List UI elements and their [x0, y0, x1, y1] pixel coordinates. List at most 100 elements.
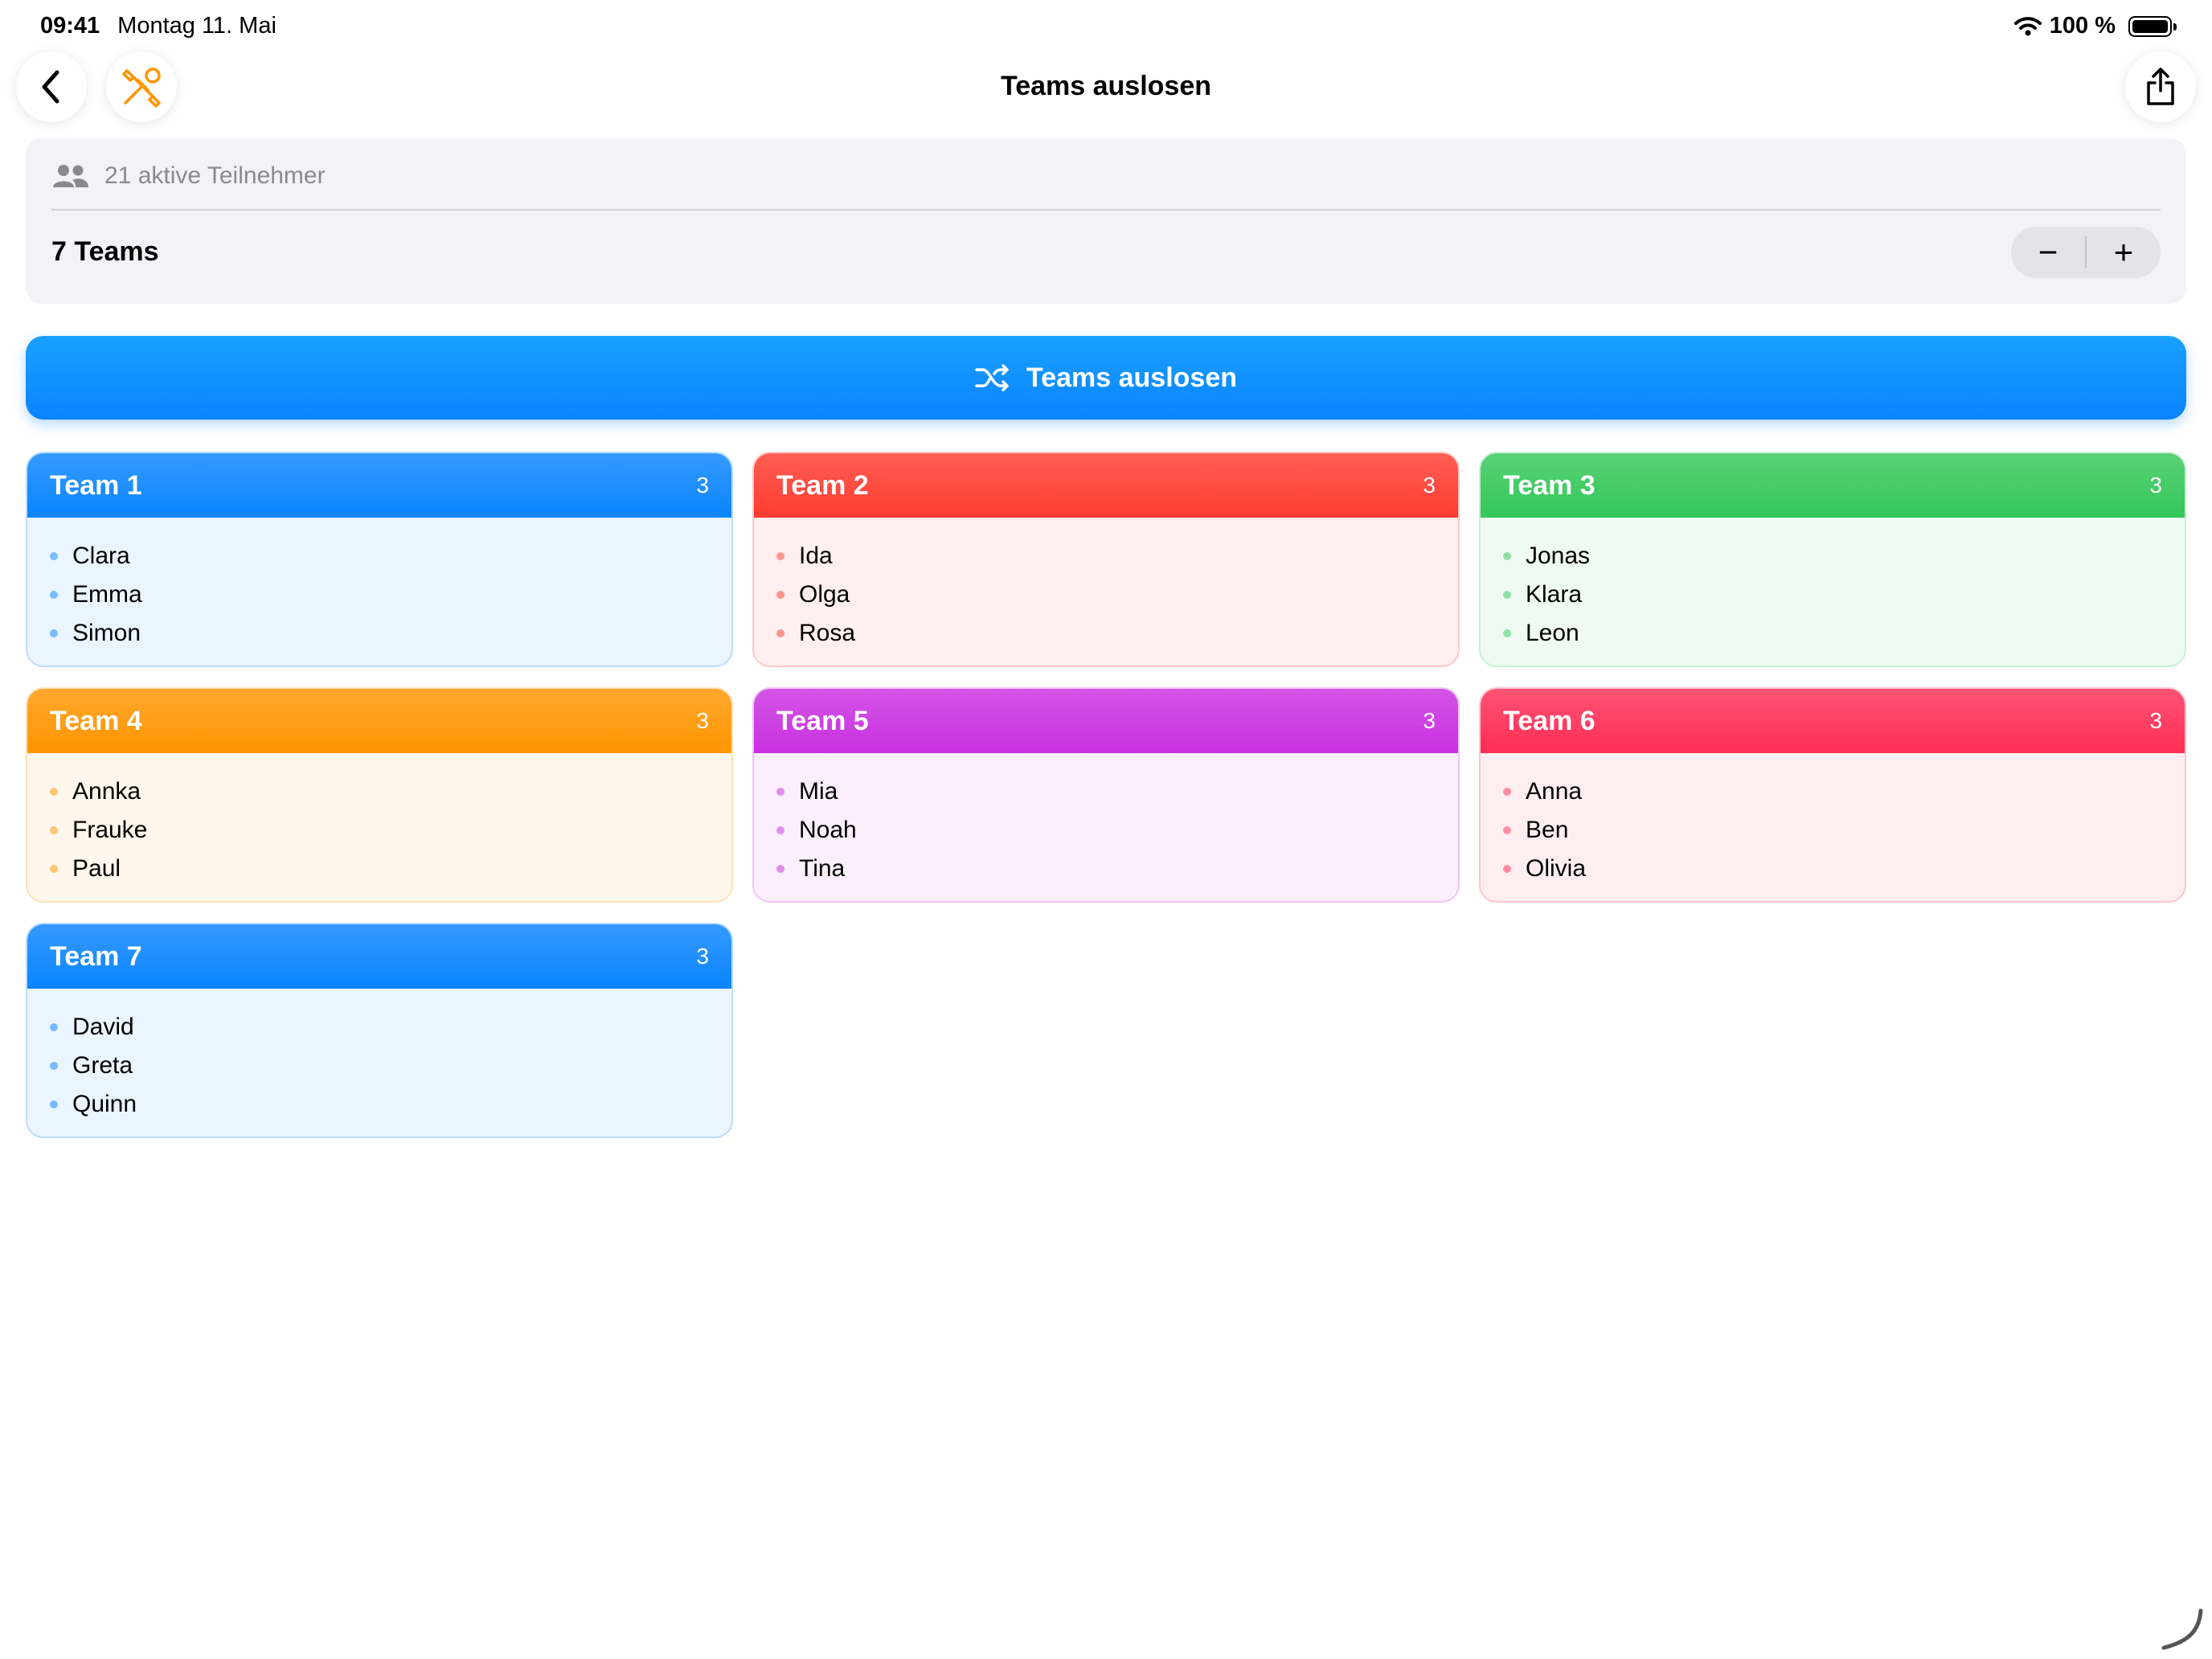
team-member-count: 3	[1423, 473, 1436, 498]
team-card: Team 4 3 Annka Frauke Paul	[26, 687, 733, 903]
share-icon	[2147, 68, 2174, 105]
team-card: Team 5 3 Mia Noah Tina	[752, 687, 1460, 903]
team-name: Team 2	[776, 469, 869, 501]
team-member: Greta	[50, 1047, 709, 1085]
team-name: Team 1	[50, 469, 142, 501]
team-member-name: Ida	[799, 543, 833, 569]
bullet-dot-icon	[50, 629, 58, 637]
team-member: Jonas	[1503, 537, 2162, 576]
team-member-name: Paul	[72, 855, 121, 882]
team-member: Olga	[776, 576, 1436, 614]
team-member-name: Klara	[1526, 581, 1583, 608]
team-member-name: Jonas	[1526, 543, 1591, 569]
team-name: Team 6	[1503, 705, 1596, 736]
increment-button[interactable]: +	[2087, 227, 2161, 278]
bullet-dot-icon	[776, 826, 784, 834]
team-header: Team 1 3	[27, 453, 731, 518]
team-member-list: Ida Olga Rosa	[754, 518, 1458, 653]
status-date: Montag 11. Mai	[117, 13, 276, 39]
team-member: Annka	[50, 772, 709, 811]
wifi-icon	[2013, 16, 2042, 35]
participants-row: 21 aktive Teilnehmer	[51, 162, 326, 190]
team-header: Team 7 3	[27, 924, 731, 989]
team-member-name: Greta	[72, 1052, 133, 1079]
team-member-list: Anna Ben Olivia	[1481, 753, 2185, 888]
team-member-count: 3	[1423, 708, 1436, 733]
team-header: Team 3 3	[1481, 453, 2185, 518]
team-member: Mia	[776, 772, 1436, 811]
team-member: Noah	[776, 811, 1436, 850]
team-member-name: Anna	[1526, 778, 1583, 805]
bullet-dot-icon	[776, 629, 784, 637]
team-member-count: 3	[2149, 473, 2162, 498]
bullet-dot-icon	[776, 865, 784, 873]
bullet-dot-icon	[776, 552, 784, 560]
team-member-name: Quinn	[72, 1091, 137, 1117]
team-member: Emma	[50, 576, 709, 614]
team-header: Team 6 3	[1481, 689, 2185, 753]
bullet-dot-icon	[1503, 629, 1511, 637]
team-member: Tina	[776, 850, 1436, 888]
shuffle-button-label: Teams auslosen	[1026, 362, 1238, 393]
bullet-dot-icon	[50, 1062, 58, 1070]
bullet-dot-icon	[50, 826, 58, 834]
team-member-name: Tina	[799, 855, 846, 882]
team-member-name: Rosa	[799, 620, 856, 646]
settings-card: 21 aktive Teilnehmer 7 Teams − +	[26, 138, 2186, 304]
team-card: Team 6 3 Anna Ben Olivia	[1479, 687, 2186, 903]
team-member-list: Mia Noah Tina	[754, 753, 1458, 888]
team-name: Team 5	[776, 705, 869, 736]
bullet-dot-icon	[776, 591, 784, 599]
bullet-dot-icon	[1503, 826, 1511, 834]
team-member-name: Noah	[799, 817, 857, 843]
team-name: Team 4	[50, 705, 142, 736]
share-button[interactable]	[2125, 51, 2196, 122]
team-card: Team 1 3 Clara Emma Simon	[26, 452, 733, 667]
bullet-dot-icon	[50, 865, 58, 873]
team-member-name: Olivia	[1526, 855, 1587, 882]
shuffle-icon	[975, 364, 1009, 391]
bullet-dot-icon	[1503, 788, 1511, 796]
bullet-dot-icon	[50, 788, 58, 796]
team-member-name: Simon	[72, 620, 141, 646]
team-member: Frauke	[50, 811, 709, 850]
team-member-name: Olga	[799, 581, 850, 608]
team-member-count: 3	[696, 473, 709, 498]
bullet-dot-icon	[776, 788, 784, 796]
shuffle-teams-button[interactable]: Teams auslosen	[26, 336, 2186, 420]
team-card: Team 3 3 Jonas Klara Leon	[1479, 452, 2186, 667]
team-member-name: Leon	[1526, 620, 1579, 646]
team-card: Team 2 3 Ida Olga Rosa	[752, 452, 1460, 667]
team-member-name: Annka	[72, 778, 141, 805]
team-member: David	[50, 1008, 709, 1047]
team-name: Team 7	[50, 940, 142, 972]
team-member-list: Clara Emma Simon	[27, 518, 731, 653]
battery-icon	[2128, 15, 2177, 37]
bullet-dot-icon	[50, 1100, 58, 1108]
team-member-count: 3	[2149, 708, 2162, 733]
team-member-name: Mia	[799, 778, 838, 805]
team-member-count: 3	[696, 944, 709, 969]
team-member: Paul	[50, 850, 709, 888]
teams-count-label: 7 Teams	[51, 236, 159, 267]
team-member: Olivia	[1503, 850, 2162, 888]
team-member-name: David	[72, 1014, 134, 1040]
home-indicator	[2161, 1608, 2203, 1650]
team-member-name: Emma	[72, 581, 142, 608]
teams-stepper[interactable]: − +	[2011, 227, 2161, 278]
bullet-dot-icon	[1503, 552, 1511, 560]
team-member: Simon	[50, 614, 709, 653]
bullet-dot-icon	[1503, 591, 1511, 599]
bullet-dot-icon	[1503, 865, 1511, 873]
battery-percent: 100 %	[2049, 13, 2116, 39]
bullet-dot-icon	[50, 552, 58, 560]
team-member: Clara	[50, 537, 709, 576]
team-member: Quinn	[50, 1085, 709, 1124]
divider	[51, 209, 2161, 211]
status-bar: 09:41 Montag 11. Mai 100 %	[0, 0, 2212, 51]
team-member-count: 3	[696, 708, 709, 733]
decrement-button[interactable]: −	[2011, 227, 2085, 278]
team-header: Team 2 3	[754, 453, 1458, 518]
team-card: Team 7 3 David Greta Quinn	[26, 923, 733, 1138]
page-title: Teams auslosen	[1000, 71, 1212, 101]
